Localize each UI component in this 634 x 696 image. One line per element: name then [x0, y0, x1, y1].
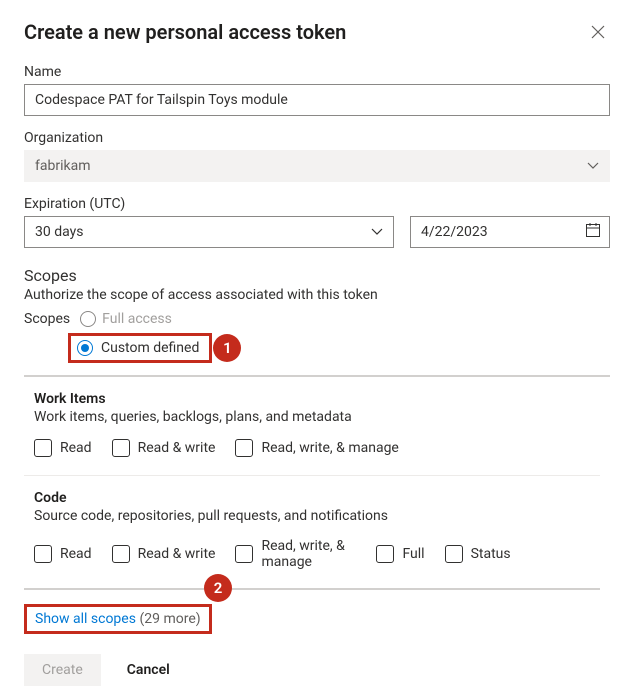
name-input[interactable]: [24, 84, 610, 116]
permission-label: Read: [60, 546, 92, 562]
expiration-date-input[interactable]: 4/22/2023: [410, 216, 610, 248]
calendar-icon: [585, 222, 601, 242]
custom-defined-label: Custom defined: [101, 340, 199, 356]
checkbox-icon: [445, 545, 463, 563]
scopes-list[interactable]: Work Items Work items, queries, backlogs…: [24, 377, 610, 590]
custom-defined-highlight: Custom defined 1: [68, 333, 212, 363]
close-icon: [591, 25, 605, 39]
permission-label: Full: [402, 546, 424, 562]
name-label: Name: [24, 64, 610, 80]
dialog-title: Create a new personal access token: [24, 20, 346, 44]
permission-label: Read & write: [138, 440, 216, 456]
permission-label: Read & write: [138, 546, 216, 562]
organization-value: fabrikam: [35, 158, 90, 174]
scope-title: Code: [34, 490, 590, 506]
scopes-description: Authorize the scope of access associated…: [24, 287, 610, 303]
expiration-date-value: 4/22/2023: [421, 224, 488, 240]
checkbox-icon: [112, 545, 130, 563]
organization-label: Organization: [24, 130, 610, 146]
permission-option[interactable]: Read: [34, 545, 92, 563]
permission-option[interactable]: Read & write: [112, 439, 216, 457]
checkbox-icon: [112, 439, 130, 457]
permission-option[interactable]: Read & write: [112, 545, 216, 563]
custom-defined-radio[interactable]: [77, 340, 93, 356]
create-button[interactable]: Create: [24, 654, 101, 686]
chevron-down-icon: [587, 158, 599, 174]
permission-label: Read, write, & manage: [261, 440, 398, 456]
show-all-scopes-link[interactable]: Show all scopes (29 more): [35, 611, 201, 627]
permission-option[interactable]: Status: [445, 545, 511, 563]
expiration-label: Expiration (UTC): [24, 196, 610, 212]
organization-select[interactable]: fabrikam: [24, 150, 610, 182]
show-all-text: Show all scopes: [35, 611, 136, 627]
scope-desc: Work items, queries, backlogs, plans, an…: [34, 409, 590, 425]
expiration-duration-select[interactable]: 30 days: [24, 216, 394, 248]
expiration-duration-value: 30 days: [35, 224, 83, 240]
permission-option[interactable]: Read, write, & manage: [235, 439, 398, 457]
checkbox-icon: [235, 545, 253, 563]
scope-title: Work Items: [34, 391, 590, 407]
scope-block-work-items: Work Items Work items, queries, backlogs…: [24, 377, 600, 476]
checkbox-icon: [376, 545, 394, 563]
permission-option[interactable]: Read, write, & manage: [235, 538, 356, 570]
scopes-inline-label: Scopes: [24, 311, 70, 327]
permission-option[interactable]: Read: [34, 439, 92, 457]
callout-badge-2: 2: [204, 574, 232, 602]
checkbox-icon: [34, 439, 52, 457]
full-access-radio[interactable]: [80, 311, 96, 327]
show-all-highlight: Show all scopes (29 more): [24, 604, 212, 634]
callout-badge-1: 1: [213, 334, 241, 362]
chevron-down-icon: [371, 224, 383, 240]
full-access-label: Full access: [102, 311, 172, 327]
permission-label: Read: [60, 440, 92, 456]
scope-block-code: Code Source code, repositories, pull req…: [24, 476, 600, 590]
close-button[interactable]: [586, 20, 610, 44]
checkbox-icon: [235, 439, 253, 457]
permission-label: Status: [471, 546, 511, 562]
cancel-button[interactable]: Cancel: [109, 654, 188, 686]
show-all-count: (29 more): [139, 611, 200, 627]
permission-option[interactable]: Full: [376, 545, 424, 563]
scope-desc: Source code, repositories, pull requests…: [34, 508, 590, 524]
scopes-heading: Scopes: [24, 266, 610, 285]
permission-label: Read, write, & manage: [261, 538, 356, 570]
checkbox-icon: [34, 545, 52, 563]
